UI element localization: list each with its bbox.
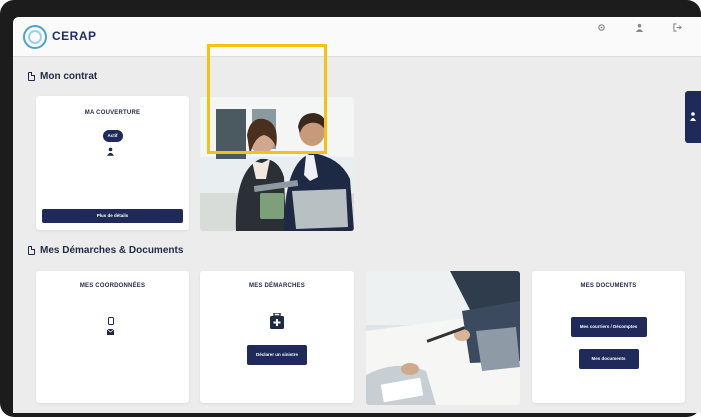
user-icon (690, 112, 696, 121)
account-action[interactable] (625, 23, 653, 36)
declare-claim-button[interactable]: Déclarer un sinistre (247, 345, 307, 365)
top-navigation-bar: CERAP (13, 17, 701, 57)
logo-ring-icon (23, 25, 47, 49)
side-account-tab[interactable] (685, 91, 701, 143)
documents-title: MES DOCUMENTS (580, 283, 637, 289)
laptop-frame: CERAP Mon contrat MA COUVERTURE Actif Pl… (0, 0, 701, 417)
procedures-title: MES DÉMARCHES (249, 283, 305, 289)
medical-kit-icon (270, 313, 284, 329)
section-title-contract: Mon contrat (28, 71, 97, 82)
beneficiary-icon (107, 147, 114, 156)
my-documents-button[interactable]: Mes documents (578, 349, 639, 369)
cerap-logo[interactable]: CERAP (23, 25, 97, 49)
mail-icon (107, 329, 114, 335)
details-button[interactable]: Plus de détails (42, 209, 183, 223)
document-icon (28, 246, 35, 255)
user-icon (635, 23, 643, 32)
app-screen: CERAP Mon contrat MA COUVERTURE Actif Pl… (13, 17, 701, 413)
brand-name: CERAP (52, 29, 97, 43)
phone-icon (107, 317, 114, 325)
section-title-documents: Mes Démarches & Documents (28, 245, 183, 256)
header-actions (587, 23, 691, 36)
status-badge: Actif (102, 130, 123, 142)
highlight-box (207, 44, 327, 154)
gear-icon (597, 24, 605, 31)
coordinates-title: MES COORDONNÉES (79, 283, 146, 289)
logout-icon (672, 23, 682, 32)
procedures-card: MES DÉMARCHES Déclarer un sinistre (200, 271, 354, 403)
settings-action[interactable] (587, 23, 615, 36)
coverage-title: MA COUVERTURE (84, 110, 141, 116)
letters-statements-button[interactable]: Mes courriers / Décomptes (570, 317, 647, 337)
logout-action[interactable] (663, 23, 691, 36)
coverage-card: MA COUVERTURE Actif Plus de détails (36, 96, 189, 230)
desk-photo (366, 271, 520, 405)
document-icon (28, 72, 35, 81)
documents-card: MES DOCUMENTS Mes courriers / Décomptes … (532, 271, 685, 403)
coordinates-card: MES COORDONNÉES (36, 271, 189, 403)
